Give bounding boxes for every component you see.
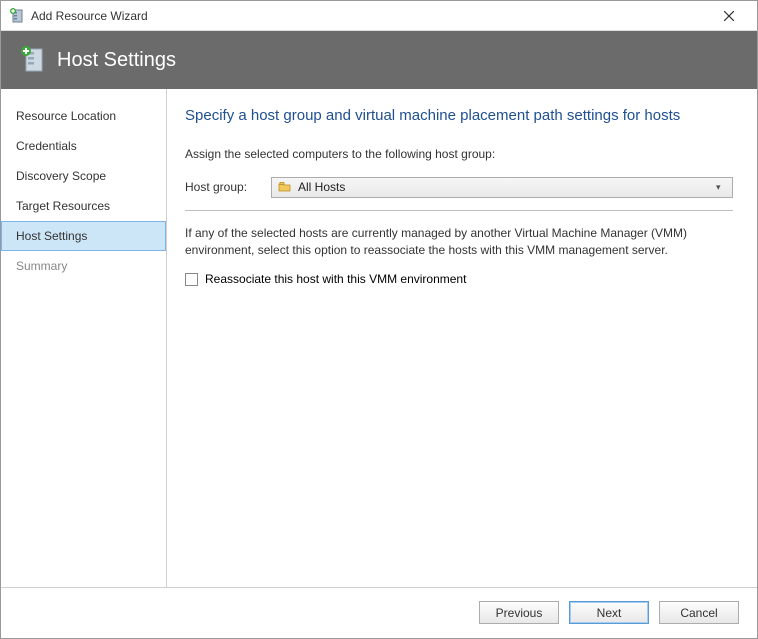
banner: Host Settings	[1, 31, 757, 89]
window-title: Add Resource Wizard	[31, 9, 709, 23]
close-icon	[724, 11, 734, 21]
chevron-down-icon: ▾	[716, 182, 726, 193]
sidebar-item-host-settings[interactable]: Host Settings	[1, 221, 166, 251]
footer: Previous Next Cancel	[1, 587, 757, 637]
titlebar: Add Resource Wizard	[1, 1, 757, 31]
banner-title: Host Settings	[57, 49, 176, 72]
sidebar: Resource Location Credentials Discovery …	[1, 89, 167, 587]
folder-icon	[278, 180, 292, 194]
host-group-label: Host group:	[185, 180, 271, 194]
sidebar-item-resource-location[interactable]: Resource Location	[1, 101, 166, 131]
assign-text: Assign the selected computers to the fol…	[185, 146, 733, 163]
close-button[interactable]	[709, 2, 749, 30]
sidebar-item-label: Summary	[16, 259, 67, 273]
page-heading: Specify a host group and virtual machine…	[185, 107, 733, 124]
sidebar-item-discovery-scope[interactable]: Discovery Scope	[1, 161, 166, 191]
sidebar-item-label: Credentials	[16, 139, 77, 153]
button-label: Cancel	[680, 606, 717, 620]
sidebar-item-label: Resource Location	[16, 109, 116, 123]
sidebar-item-label: Host Settings	[16, 229, 87, 243]
next-button[interactable]: Next	[569, 601, 649, 624]
sidebar-item-credentials[interactable]: Credentials	[1, 131, 166, 161]
sidebar-item-summary[interactable]: Summary	[1, 251, 166, 281]
button-label: Next	[597, 606, 622, 620]
app-icon	[9, 8, 25, 24]
sidebar-item-label: Target Resources	[16, 199, 110, 213]
divider	[185, 210, 733, 211]
host-group-value: All Hosts	[298, 180, 716, 194]
banner-icon	[19, 46, 47, 74]
cancel-button[interactable]: Cancel	[659, 601, 739, 624]
reassociate-intro: If any of the selected hosts are current…	[185, 225, 733, 259]
previous-button[interactable]: Previous	[479, 601, 559, 624]
content-panel: Specify a host group and virtual machine…	[167, 89, 757, 587]
sidebar-item-target-resources[interactable]: Target Resources	[1, 191, 166, 221]
reassociate-row: Reassociate this host with this VMM envi…	[185, 272, 733, 286]
reassociate-checkbox[interactable]	[185, 273, 198, 286]
host-group-row: Host group: All Hosts ▾	[185, 177, 733, 198]
reassociate-label: Reassociate this host with this VMM envi…	[205, 272, 466, 286]
host-group-select[interactable]: All Hosts ▾	[271, 177, 733, 198]
sidebar-item-label: Discovery Scope	[16, 169, 106, 183]
main-area: Resource Location Credentials Discovery …	[1, 89, 757, 587]
button-label: Previous	[496, 606, 543, 620]
